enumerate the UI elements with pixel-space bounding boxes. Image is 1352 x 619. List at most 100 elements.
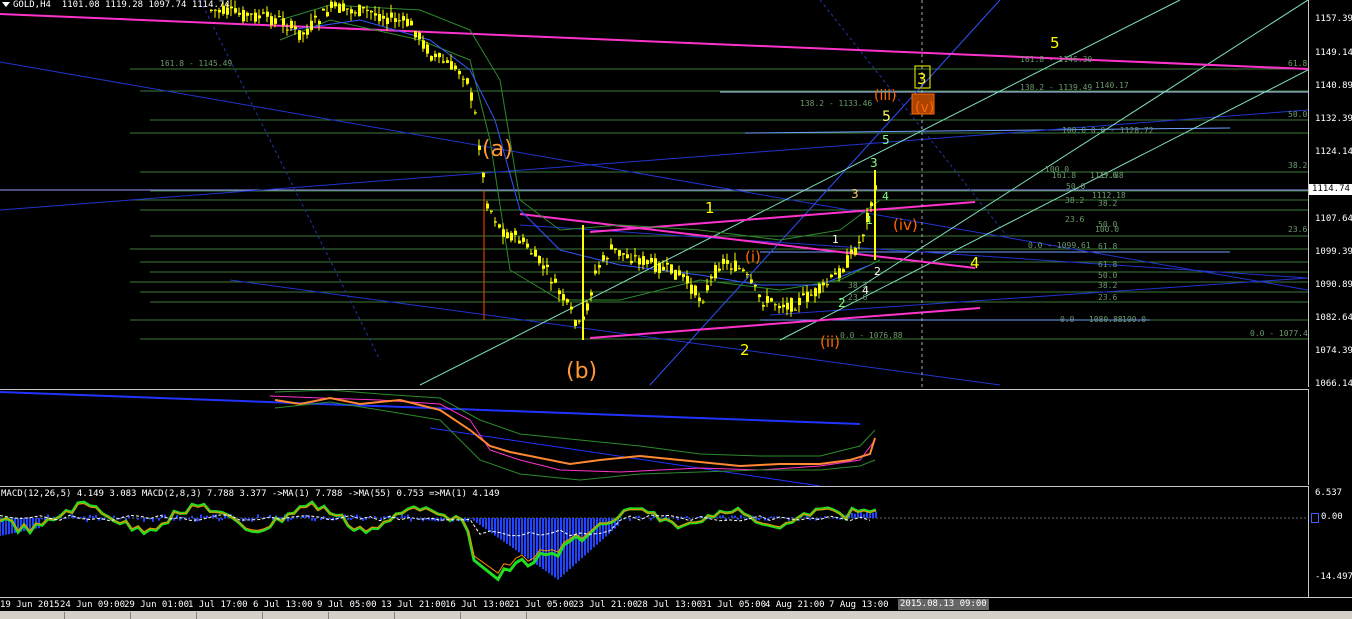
candle-body <box>298 30 301 40</box>
candle-body <box>418 32 421 40</box>
candle-body <box>546 264 549 268</box>
fib-label: 38.2 <box>1098 199 1117 208</box>
candle-body <box>666 262 669 265</box>
candle-body <box>842 269 845 273</box>
price-chart-canvas[interactable]: (a)(b)1245(i)(ii)(iii)(iv)(v)35534311224… <box>0 0 1308 387</box>
price-tick: 1157.39 <box>1315 14 1352 24</box>
candle-body <box>310 20 313 31</box>
candle-body <box>610 244 613 250</box>
candle-body <box>782 304 785 308</box>
wave-label: 1 <box>832 233 839 246</box>
candle-body <box>510 232 513 241</box>
time-tick: 21 Jul 05:00 <box>509 600 575 610</box>
candle-body <box>358 4 361 17</box>
macd-axis[interactable]: 6.537 0.00 -14.497 <box>1308 486 1352 597</box>
wave-label: (ii) <box>820 333 840 351</box>
price-chart-pane[interactable]: (a) (b) 1 2 4 5 (i) (ii) (iii) (iv) (v) 3 5 5 3 4 3 1 1 2 2 4… <box>0 0 1308 387</box>
chart-tab[interactable] <box>196 612 263 619</box>
chart-tab[interactable] <box>394 612 461 619</box>
candle-body <box>746 274 749 276</box>
candle-body <box>818 284 821 294</box>
candle-body <box>706 285 709 291</box>
candle-body <box>218 9 221 13</box>
candle-body <box>306 28 309 35</box>
candle-body <box>242 9 245 22</box>
candle-body <box>570 306 573 310</box>
candle-body <box>462 78 465 80</box>
candle-body <box>850 249 853 254</box>
fib-label: 1140.17 <box>1095 81 1129 90</box>
candle-body <box>618 250 621 256</box>
candle-body <box>518 240 521 244</box>
macd-tick: -14.497 <box>1315 572 1352 582</box>
macd-canvas[interactable] <box>0 487 1308 598</box>
candle-body <box>806 291 809 302</box>
time-tick: 9 Jul 05:00 <box>317 600 377 610</box>
wave-label: (b) <box>566 359 597 384</box>
price-tick: 1066.14 <box>1315 379 1352 389</box>
oscillator-pane[interactable] <box>0 389 1308 486</box>
time-tick: 1 Jul 17:00 <box>188 600 248 610</box>
chart-tab[interactable] <box>526 612 593 619</box>
candle-body <box>602 255 605 261</box>
candle-body <box>798 297 801 306</box>
candle-body <box>250 13 253 15</box>
macd-signal-orange <box>0 503 877 574</box>
candle-body <box>398 20 401 22</box>
candle-body <box>506 232 509 239</box>
candle-body <box>678 270 681 276</box>
price-tick: 1107.64 <box>1315 214 1352 224</box>
candle-body <box>334 2 337 7</box>
price-tick: 1090.89 <box>1315 280 1352 290</box>
candle-body <box>702 301 705 303</box>
candle-body <box>326 12 329 17</box>
fib-label: 50.0 <box>1288 110 1307 119</box>
candle-body <box>394 18 397 22</box>
wave-label: 2 <box>838 296 846 310</box>
price-tick: 1074.39 <box>1315 346 1352 356</box>
candle-body <box>498 224 501 228</box>
candle-body <box>566 299 569 303</box>
fib-label: 0.0 - 1076.88 <box>840 331 903 340</box>
chart-menu-triangle-icon[interactable] <box>2 2 10 7</box>
candle-body <box>794 309 797 311</box>
time-tick: 24 Jun 09:00 <box>60 600 126 610</box>
macd-pane[interactable]: MACD(12,26,5) 4.149 3.083 MACD(2,8,3) 7.… <box>0 486 1308 598</box>
candle-body <box>662 266 665 271</box>
oscillator-axis[interactable] <box>1308 389 1352 485</box>
chart-tab-strip[interactable] <box>0 611 1352 619</box>
candle-body <box>210 9 213 11</box>
candle-body <box>534 249 537 257</box>
candle-body <box>454 65 457 70</box>
candle-body <box>614 248 617 250</box>
candle-body <box>270 16 273 25</box>
chart-tab[interactable] <box>262 612 329 619</box>
price-tick: 1140.89 <box>1315 81 1352 91</box>
wave-label: 5 <box>882 109 891 125</box>
candle-body <box>658 263 661 274</box>
price-tick: 1132.39 <box>1315 114 1352 124</box>
macd-header: MACD(12,26,5) 4.149 3.083 MACD(2,8,3) 7.… <box>1 489 500 499</box>
candle-body <box>590 292 593 296</box>
chart-tab[interactable] <box>130 612 197 619</box>
fib-label: 100.0 <box>1095 225 1119 234</box>
candle-body <box>362 6 365 9</box>
candle-body <box>714 265 717 279</box>
candle-body <box>634 255 637 257</box>
chart-tab[interactable] <box>328 612 395 619</box>
candle-body <box>330 1 333 8</box>
fib-label: 100.0 <box>1122 315 1146 324</box>
price-axis[interactable]: 1157.39 1149.14 1140.89 1132.39 1124.14 … <box>1308 0 1352 389</box>
candle-body <box>694 285 697 296</box>
chart-tab[interactable] <box>64 612 131 619</box>
candle-body <box>830 274 833 278</box>
time-tick: 28 Jul 13:00 <box>637 600 703 610</box>
candle-body <box>538 255 541 264</box>
chart-tab[interactable] <box>460 612 527 619</box>
time-axis[interactable]: 19 Jun 2015 24 Jun 09:00 29 Jun 01:00 1 … <box>0 597 1352 612</box>
candle-body <box>770 298 773 302</box>
trendline-teal <box>839 0 1308 301</box>
trendline-blue <box>649 0 1001 386</box>
oscillator-canvas[interactable] <box>0 390 1308 486</box>
candle-body <box>774 304 777 306</box>
